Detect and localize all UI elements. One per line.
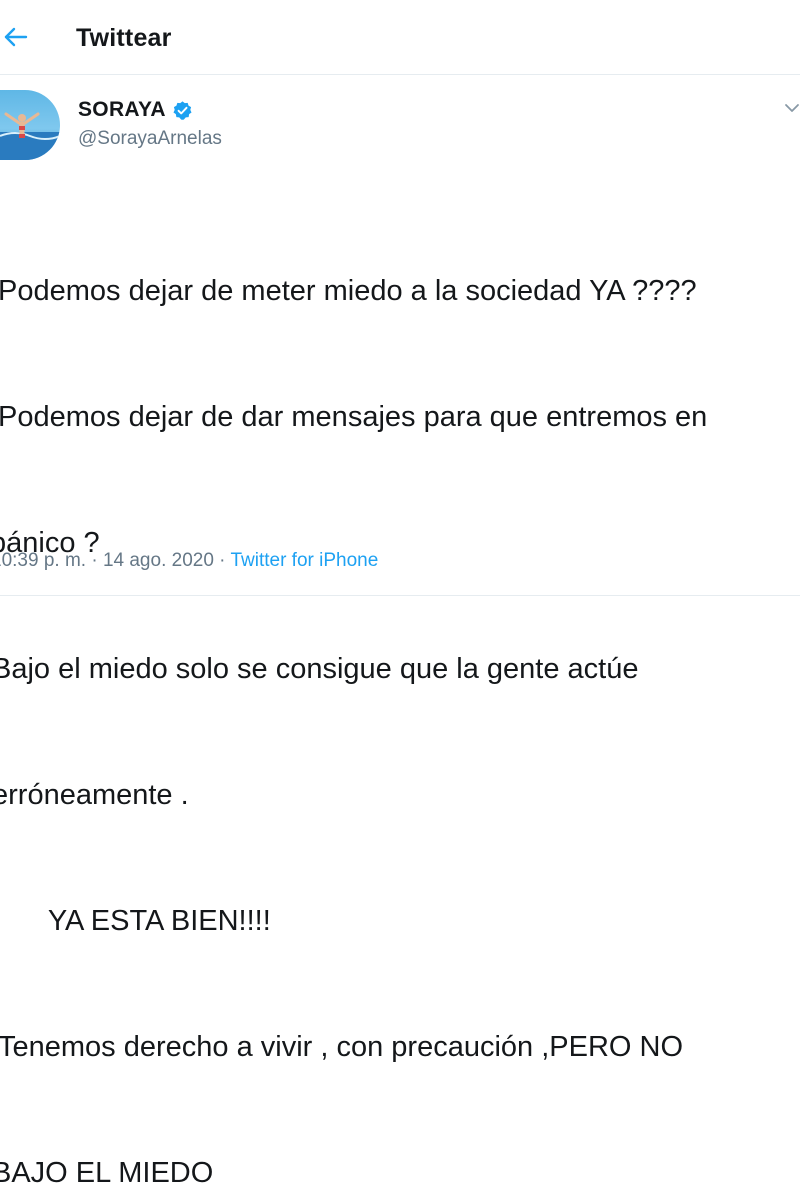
meta-separator: · [86,550,103,571]
verified-badge-icon [173,100,192,120]
tweet-time[interactable]: 10:39 p. m. [0,550,86,571]
tweet-text-line: Podemos dejar de meter miedo a la socied… [0,275,697,307]
meta-separator: · [213,550,231,571]
tweet-metadata: 10:39 p. m. · 14 ago. 2020 · Twitter for… [0,550,378,572]
author-display-name[interactable]: SORAYA [78,98,166,122]
tweet-text-line: Tenemos derecho a vivir , con precaución… [0,1031,684,1063]
tweet-text-line: YA ESTA BIEN!!!! [0,905,271,937]
tweet-text-line: Bajo el miedo solo se consigue que la ge… [0,653,639,685]
arrow-left-icon [4,27,28,47]
tweet-text: Podemos dejar de meter miedo a la socied… [0,186,800,1200]
author-handle[interactable]: @SorayaArnelas [78,128,222,150]
profile-photo [0,90,60,160]
tweet-text-line: BAJO EL MIEDO [0,1157,214,1189]
tweet-text-line: Podemos dejar de dar mensajes para que e… [0,401,708,433]
top-bar: Twittear [0,0,800,75]
tweet-source-link[interactable]: Twitter for iPhone [230,550,378,571]
tweet-text-line: erróneamente . [0,779,189,811]
page-title: Twittear [76,24,172,52]
chevron-down-icon[interactable] [784,100,800,116]
author-name-row[interactable]: SORAYA [78,98,193,122]
avatar[interactable] [0,90,60,160]
divider [0,595,800,596]
tweet-date[interactable]: 14 ago. 2020 [103,550,214,571]
back-button[interactable] [0,22,30,52]
